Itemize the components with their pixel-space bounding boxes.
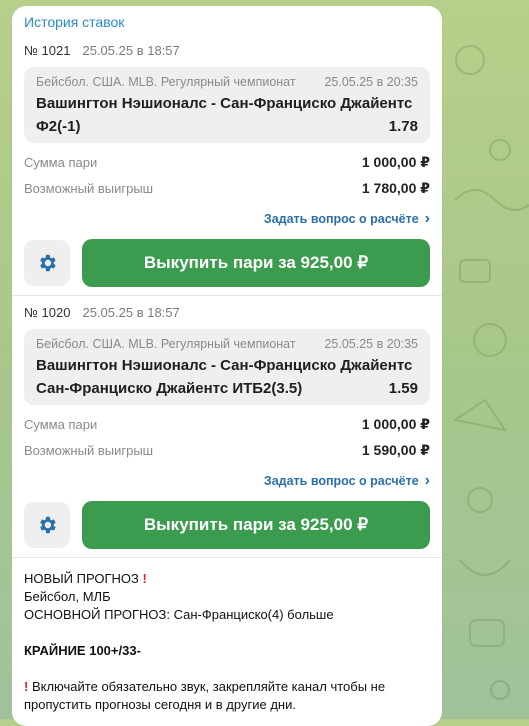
notice-line: ! Включайте обязательно звук, закрепляйт…: [24, 678, 430, 714]
bet-amounts: Сумма пари 1 000,00 ₽ Возможный выигрыш …: [24, 149, 430, 201]
stake-label: Сумма пари: [24, 416, 98, 432]
bet-number: № 1020: [24, 304, 71, 320]
event-league: Бейсбол. США. MLB. Регулярный чемпионат: [36, 337, 296, 351]
gear-icon: [40, 254, 56, 272]
main-forecast-value: Сан-Франциско(4) больше: [173, 607, 334, 622]
stake-row: Сумма пари 1 000,00 ₽: [24, 149, 430, 175]
bet-amounts: Сумма пари 1 000,00 ₽ Возможный выигрыш …: [24, 411, 430, 463]
bet-card: № 1021 25.05.25 в 18:57 Бейсбол. США. ML…: [12, 38, 442, 287]
win-value: 1 590,00 ₽: [361, 441, 430, 458]
new-forecast-line: НОВЫЙ ПРОГНОЗ !: [24, 570, 430, 588]
event-match: Вашингтон Нэшионалс - Сан-Франциско Джай…: [36, 357, 413, 374]
exclamation-icon: !: [142, 571, 147, 586]
message-text: НОВЫЙ ПРОГНОЗ ! Бейсбол, МЛБ ОСНОВНОЙ ПР…: [12, 557, 442, 714]
main-forecast-label: ОСНОВНОЙ ПРОГНОЗ:: [24, 607, 170, 622]
main-forecast-line: ОСНОВНОЙ ПРОГНОЗ: Сан-Франциско(4) больш…: [24, 606, 430, 624]
ask-question-link[interactable]: Задать вопрос о расчёте ›: [24, 467, 430, 495]
event-header: Бейсбол. США. MLB. Регулярный чемпионат …: [36, 335, 418, 353]
buyout-button[interactable]: Выкупить пари за 925,00 ₽: [82, 239, 430, 287]
win-label: Возможный выигрыш: [24, 180, 154, 196]
chevron-right-icon: ›: [424, 210, 430, 227]
bet-actions: Выкупить пари за 925,00 ₽: [24, 239, 430, 287]
bet-actions: Выкупить пари за 925,00 ₽: [24, 501, 430, 549]
stake-value: 1 000,00 ₽: [361, 415, 430, 432]
event-box: Бейсбол. США. MLB. Регулярный чемпионат …: [24, 67, 430, 143]
extreme-line: КРАЙНИЕ 100+/33-: [24, 643, 141, 658]
win-label: Возможный выигрыш: [24, 442, 154, 458]
event-outcome-row: Сан-Франциско Джайентс ИТБ2(3.5) 1.59: [36, 380, 418, 397]
history-header: История ставок: [12, 6, 442, 38]
event-time: 25.05.25 в 20:35: [324, 75, 418, 89]
bet-placed-at: 25.05.25 в 18:57: [82, 42, 180, 58]
stake-label: Сумма пари: [24, 154, 98, 170]
bet-meta: № 1020 25.05.25 в 18:57: [24, 300, 430, 324]
notice-text: Включайте обязательно звук, закрепляйте …: [24, 679, 386, 712]
bet-meta: № 1021 25.05.25 в 18:57: [24, 38, 430, 62]
bet-number: № 1021: [24, 42, 71, 58]
event-match: Вашингтон Нэшионалс - Сан-Франциско Джай…: [36, 95, 413, 112]
win-row: Возможный выигрыш 1 780,00 ₽: [24, 175, 430, 201]
new-forecast-label: НОВЫЙ ПРОГНОЗ: [24, 571, 139, 586]
sport-line: Бейсбол, МЛБ: [24, 589, 111, 604]
stake-row: Сумма пари 1 000,00 ₽: [24, 411, 430, 437]
event-outcome-row: Ф2(-1) 1.78: [36, 118, 418, 135]
ask-question-link[interactable]: Задать вопрос о расчёте ›: [24, 205, 430, 233]
event-outcome: Ф2(-1): [36, 118, 81, 135]
ask-question-label: Задать вопрос о расчёте: [263, 212, 419, 226]
chevron-right-icon: ›: [424, 472, 430, 489]
stake-value: 1 000,00 ₽: [361, 153, 430, 170]
event-header: Бейсбол. США. MLB. Регулярный чемпионат …: [36, 73, 418, 91]
settings-button[interactable]: [24, 240, 70, 286]
gear-icon: [40, 516, 56, 534]
event-outcome: Сан-Франциско Джайентс ИТБ2(3.5): [36, 380, 303, 397]
exclamation-icon: !: [24, 679, 29, 694]
message-bubble: История ставок № 1021 25.05.25 в 18:57 Б…: [12, 6, 442, 726]
ask-question-label: Задать вопрос о расчёте: [263, 474, 419, 488]
bet-placed-at: 25.05.25 в 18:57: [82, 304, 180, 320]
win-row: Возможный выигрыш 1 590,00 ₽: [24, 437, 430, 463]
event-time: 25.05.25 в 20:35: [324, 337, 418, 351]
bet-card: № 1020 25.05.25 в 18:57 Бейсбол. США. ML…: [12, 295, 442, 549]
event-odds: 1.59: [388, 380, 418, 397]
settings-button[interactable]: [24, 502, 70, 548]
history-title-link[interactable]: История ставок: [24, 14, 124, 30]
event-odds: 1.78: [388, 118, 418, 135]
event-box: Бейсбол. США. MLB. Регулярный чемпионат …: [24, 329, 430, 405]
buyout-button[interactable]: Выкупить пари за 925,00 ₽: [82, 501, 430, 549]
win-value: 1 780,00 ₽: [361, 179, 430, 196]
event-league: Бейсбол. США. MLB. Регулярный чемпионат: [36, 75, 296, 89]
